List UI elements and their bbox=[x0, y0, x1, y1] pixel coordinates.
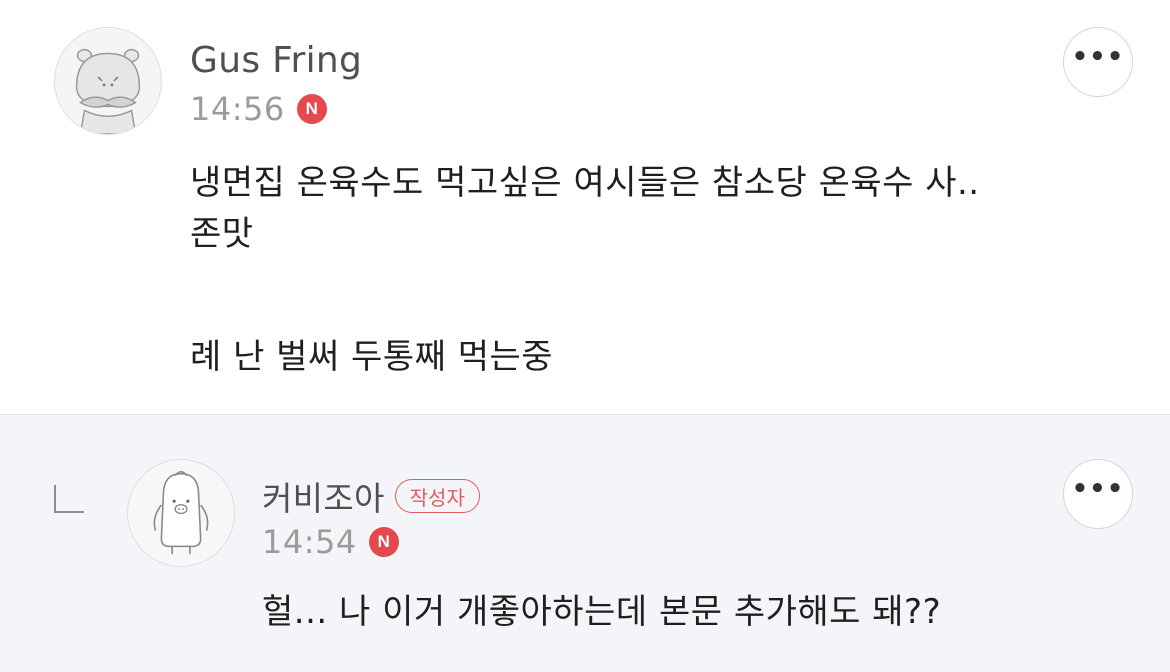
avatar[interactable] bbox=[54, 27, 162, 135]
comment-body: 냉면집 온육수도 먹고싶은 여시들은 참소당 온육수 사.. 존맛 례 난 벌써… bbox=[190, 158, 980, 383]
comment-line: 냉면집 온육수도 먹고싶은 여시들은 참소당 온육수 사.. bbox=[190, 163, 980, 203]
author-name[interactable]: Gus Fring bbox=[190, 40, 362, 81]
comment-body: 헐... 나 이거 개좋아하는데 본문 추가해도 돼?? bbox=[262, 587, 941, 638]
comment-line: 헐... 나 이거 개좋아하는데 본문 추가해도 돼?? bbox=[262, 592, 942, 632]
penguin-avatar-icon bbox=[128, 460, 234, 566]
comment-time: 14:56 bbox=[190, 90, 285, 128]
reply-arrow-icon bbox=[54, 485, 84, 513]
comment-meta: 14:56 N bbox=[190, 90, 327, 128]
new-badge: N bbox=[368, 527, 399, 557]
avatar[interactable] bbox=[127, 459, 235, 567]
comment-item: Gus Fring 14:56 N ••• 냉면집 온육수도 먹고싶은 여시들은… bbox=[0, 0, 1170, 415]
comment-line bbox=[190, 260, 980, 311]
author-name[interactable]: 커비조아 bbox=[262, 472, 385, 520]
author-badge: 작성자 bbox=[394, 479, 480, 513]
comment-time: 14:54 bbox=[262, 523, 357, 561]
comment-line: 례 난 벌써 두통째 먹는중 bbox=[190, 337, 554, 377]
hippo-avatar-icon bbox=[55, 28, 161, 134]
reply-item: 커비조아 작성자 14:54 N ••• 헐... 나 이거 개좋아하는데 본문… bbox=[0, 415, 1170, 672]
new-badge: N bbox=[296, 94, 327, 124]
more-options-icon: ••• bbox=[1071, 474, 1125, 504]
more-options-icon: ••• bbox=[1071, 42, 1125, 72]
more-options-button[interactable]: ••• bbox=[1063, 27, 1133, 97]
comment-line: 존맛 bbox=[190, 214, 254, 254]
more-options-button[interactable]: ••• bbox=[1063, 459, 1133, 529]
author-row: 커비조아 작성자 bbox=[262, 472, 480, 520]
comment-meta: 14:54 N bbox=[262, 523, 399, 561]
